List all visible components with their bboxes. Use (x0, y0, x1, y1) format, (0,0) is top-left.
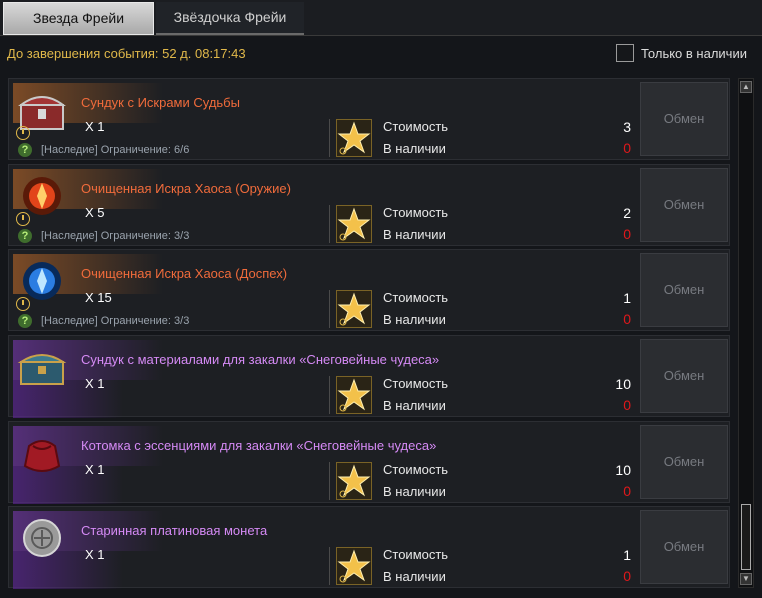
help-icon[interactable]: ? (18, 229, 32, 243)
exchange-button[interactable]: Обмен (640, 82, 728, 156)
item-panel: Очищенная Искра Хаоса (Оружие) X 5 ? [На… (11, 167, 635, 245)
stock-label: В наличии (383, 398, 446, 413)
event-timer: До завершения события: 52 д. 08:17:43 (7, 46, 246, 61)
time-limited-icon (16, 297, 30, 311)
item-name: Сундук с материалами для закалки «Снегов… (81, 352, 440, 367)
exchange-row: Очищенная Искра Хаоса (Оружие) X 5 ? [На… (8, 164, 730, 246)
item-panel: Очищенная Искра Хаоса (Доспех) X 15 ? [Н… (11, 252, 635, 330)
divider (329, 547, 330, 585)
exchange-row: Старинная платиновая монета X 1 Стоимост… (8, 506, 730, 589)
item-name: Старинная платиновая монета (81, 523, 268, 538)
freya-star-currency-icon (336, 119, 372, 157)
scrollbar[interactable]: ▲ ▼ (738, 78, 754, 588)
item-quantity: X 1 (85, 462, 105, 477)
cost-value: 10 (615, 462, 631, 478)
divider (329, 376, 330, 414)
stock-value: 0 (623, 397, 631, 413)
stock-value: 0 (623, 140, 631, 156)
cost-label: Стоимость (383, 290, 449, 305)
coin-platinum-icon[interactable] (17, 515, 67, 561)
cost-label: Стоимость (383, 376, 449, 391)
item-quantity: X 1 (85, 547, 105, 562)
stock-label: В наличии (383, 227, 446, 242)
divider (329, 462, 330, 500)
cost-label: Стоимость (383, 119, 449, 134)
divider (329, 290, 330, 328)
freya-star-currency-icon (336, 462, 372, 500)
exchange-button[interactable]: Обмен (640, 339, 728, 413)
cost-label: Стоимость (383, 205, 449, 220)
tab-freya-starlet[interactable]: Звёздочка Фрейи (156, 2, 304, 35)
stock-value: 0 (623, 226, 631, 242)
divider (329, 119, 330, 157)
item-panel: Сундук с Искрами Судьбы X 1 ? [Наследие]… (11, 81, 635, 159)
item-quantity: X 1 (85, 376, 105, 391)
in-stock-only-label[interactable]: Только в наличии (641, 46, 747, 61)
stock-label: В наличии (383, 484, 446, 499)
scroll-up-button[interactable]: ▲ (740, 81, 752, 93)
item-panel: Старинная платиновая монета X 1 Стоимост… (11, 509, 635, 589)
cost-value: 1 (623, 547, 631, 563)
item-quantity: X 1 (85, 119, 105, 134)
purchase-limit: [Наследие] Ограничение: 3/3 (41, 230, 190, 242)
item-panel: Котомка с эссенциями для закалки «Снегов… (11, 424, 635, 504)
chest-blue-icon[interactable] (17, 344, 67, 390)
scroll-down-button[interactable]: ▼ (740, 573, 752, 585)
purchase-limit: [Наследие] Ограничение: 6/6 (41, 144, 190, 156)
freya-star-currency-icon (336, 205, 372, 243)
freya-star-currency-icon (336, 376, 372, 414)
exchange-button[interactable]: Обмен (640, 253, 728, 327)
exchange-row: Сундук с Искрами Судьбы X 1 ? [Наследие]… (8, 78, 730, 160)
cost-value: 3 (623, 119, 631, 135)
cost-label: Стоимость (383, 547, 449, 562)
help-icon[interactable]: ? (18, 143, 32, 157)
freya-star-currency-icon (336, 290, 372, 328)
exchange-list: Сундук с Искрами Судьбы X 1 ? [Наследие]… (8, 78, 730, 598)
stock-label: В наличии (383, 312, 446, 327)
exchange-button[interactable]: Обмен (640, 425, 728, 499)
tab-freya-star[interactable]: Звезда Фрейи (3, 2, 154, 35)
item-name: Сундук с Искрами Судьбы (81, 95, 240, 110)
time-limited-icon (16, 212, 30, 226)
pouch-red-icon[interactable] (17, 430, 67, 476)
in-stock-only-checkbox[interactable] (616, 44, 634, 62)
exchange-button[interactable]: Обмен (640, 510, 728, 584)
cost-value: 2 (623, 205, 631, 221)
item-name: Котомка с эссенциями для закалки «Снегов… (81, 438, 437, 453)
stock-label: В наличии (383, 569, 446, 584)
freya-star-currency-icon (336, 547, 372, 585)
exchange-row: Котомка с эссенциями для закалки «Снегов… (8, 421, 730, 504)
stock-value: 0 (623, 483, 631, 499)
cost-label: Стоимость (383, 462, 449, 477)
stock-value: 0 (623, 568, 631, 584)
item-panel: Сундук с материалами для закалки «Снегов… (11, 338, 635, 418)
item-name: Очищенная Искра Хаоса (Доспех) (81, 266, 288, 281)
cost-value: 10 (615, 376, 631, 392)
exchange-row: Сундук с материалами для закалки «Снегов… (8, 335, 730, 418)
cost-value: 1 (623, 290, 631, 306)
stock-label: В наличии (383, 141, 446, 156)
stock-value: 0 (623, 311, 631, 327)
item-quantity: X 15 (85, 290, 112, 305)
help-icon[interactable]: ? (18, 314, 32, 328)
exchange-button[interactable]: Обмен (640, 168, 728, 242)
purchase-limit: [Наследие] Ограничение: 3/3 (41, 315, 190, 327)
divider (329, 205, 330, 243)
tab-bar: Звезда Фрейи Звёздочка Фрейи (0, 0, 762, 36)
scroll-thumb[interactable] (741, 504, 751, 570)
exchange-row: Очищенная Искра Хаоса (Доспех) X 15 ? [Н… (8, 249, 730, 331)
time-limited-icon (16, 126, 30, 140)
item-quantity: X 5 (85, 205, 105, 220)
item-name: Очищенная Искра Хаоса (Оружие) (81, 181, 291, 196)
